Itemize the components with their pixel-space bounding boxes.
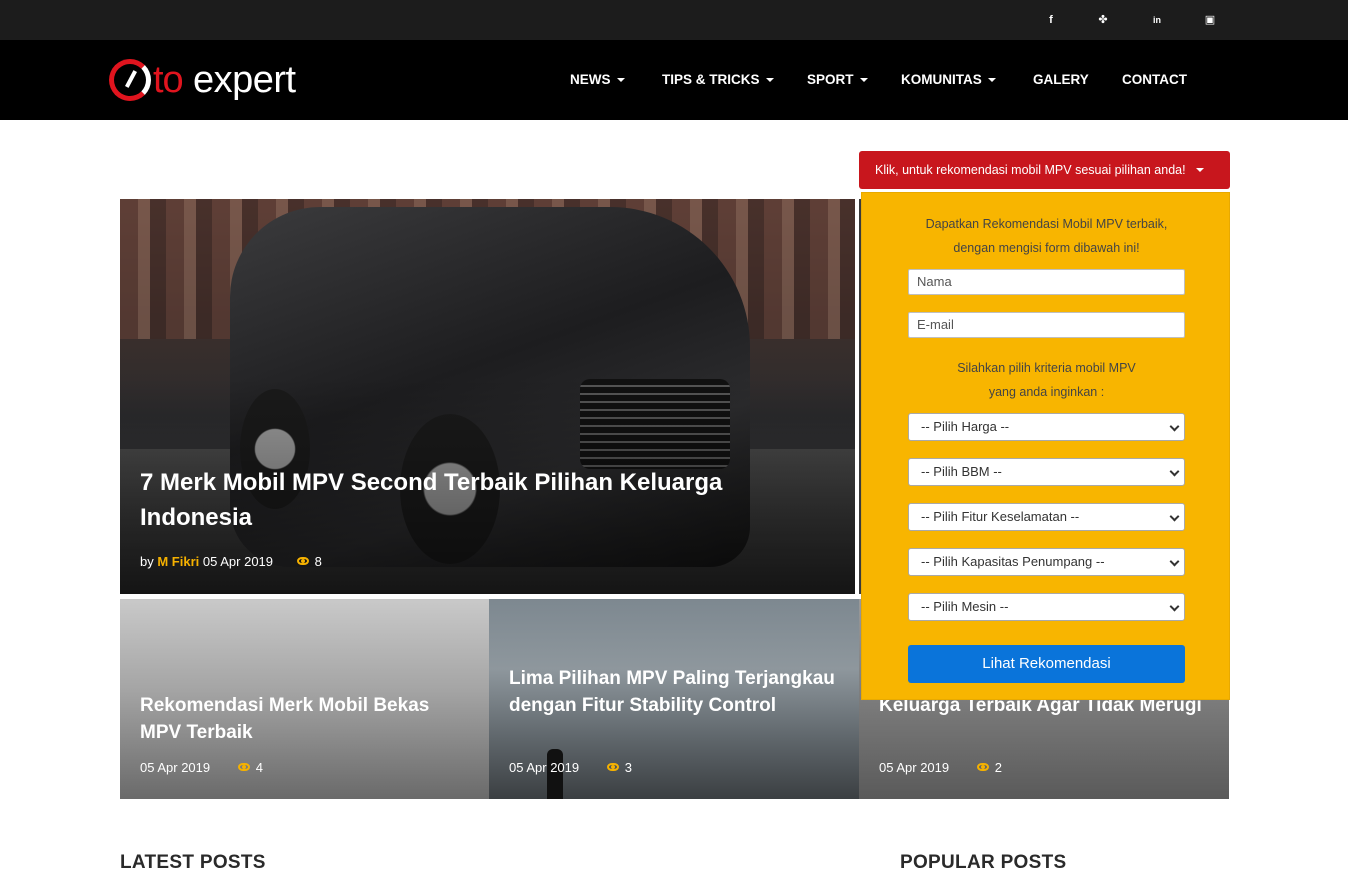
safety-select-value: -- Pilih Fitur Keselamatan -- bbox=[921, 509, 1080, 524]
mpv-toggle-label: Klik, untuk rekomendasi mobil MPV sesuai… bbox=[875, 163, 1186, 177]
nav-sport[interactable]: SPORT bbox=[807, 40, 868, 120]
chevron-down-icon bbox=[1169, 601, 1180, 612]
site-logo[interactable]: to expert bbox=[109, 58, 319, 104]
hero-article[interactable]: 7 Merk Mobil MPV Second Terbaik Pilihan … bbox=[120, 199, 855, 594]
chevron-down-icon bbox=[1169, 421, 1180, 432]
capacity-select-value: -- Pilih Kapasitas Penumpang -- bbox=[921, 554, 1105, 569]
article-card[interactable]: Lima Pilihan MPV Paling Terjangkau denga… bbox=[489, 599, 859, 799]
safety-feature-select[interactable]: -- Pilih Fitur Keselamatan -- bbox=[908, 503, 1185, 531]
hero-article-meta: by M Fikri 05 Apr 2019 8 bbox=[140, 554, 322, 569]
nav-komunitas-label: KOMUNITAS bbox=[901, 72, 982, 87]
fuel-select[interactable]: -- Pilih BBM -- bbox=[908, 458, 1185, 486]
nav-sport-label: SPORT bbox=[807, 72, 854, 87]
chevron-down-icon bbox=[765, 78, 774, 82]
passenger-capacity-select[interactable]: -- Pilih Kapasitas Penumpang -- bbox=[908, 548, 1185, 576]
nav-contact[interactable]: CONTACT bbox=[1122, 40, 1187, 120]
logo-text-to: to bbox=[153, 59, 184, 101]
logo-o-speedometer bbox=[109, 59, 151, 101]
price-select[interactable]: -- Pilih Harga -- bbox=[908, 413, 1185, 441]
article-card-meta: 05 Apr 2019 2 bbox=[879, 760, 1002, 775]
chevron-down-icon bbox=[1169, 466, 1180, 477]
chevron-down-icon bbox=[1169, 511, 1180, 522]
article-card-views: 3 bbox=[624, 760, 632, 775]
fuel-select-value: -- Pilih BBM -- bbox=[921, 464, 1002, 479]
form-intro-line-1: Dapatkan Rekomendasi Mobil MPV terbaik, bbox=[925, 217, 1168, 231]
facebook-icon[interactable]: f bbox=[1043, 12, 1059, 28]
logo-text-expert: expert bbox=[193, 59, 296, 101]
see-recommendation-button[interactable]: Lihat Rekomendasi bbox=[908, 645, 1185, 683]
mpv-recommendation-toggle[interactable]: Klik, untuk rekomendasi mobil MPV sesuai… bbox=[859, 151, 1230, 189]
nav-tips-label: TIPS & TRICKS bbox=[662, 72, 760, 87]
instagram-icon[interactable]: ▣ bbox=[1202, 12, 1218, 28]
eye-icon bbox=[296, 557, 309, 565]
chevron-down-icon bbox=[616, 78, 625, 82]
nav-news-label: NEWS bbox=[570, 72, 611, 87]
linkedin-icon[interactable]: in bbox=[1149, 12, 1165, 28]
engine-select-value: -- Pilih Mesin -- bbox=[921, 599, 1009, 614]
hero-date: 05 Apr 2019 bbox=[202, 554, 274, 569]
name-input[interactable]: Nama bbox=[908, 269, 1185, 295]
nav-komunitas[interactable]: KOMUNITAS bbox=[901, 40, 996, 120]
mpv-recommendation-form: Dapatkan Rekomendasi Mobil MPV terbaik, … bbox=[861, 192, 1230, 700]
hero-view-count: 8 bbox=[314, 554, 322, 569]
price-select-value: -- Pilih Harga -- bbox=[921, 419, 1010, 434]
article-card[interactable]: Rekomendasi Merk Mobil Bekas MPV Terbaik… bbox=[120, 599, 489, 799]
nav-tips-tricks[interactable]: TIPS & TRICKS bbox=[662, 40, 774, 120]
criteria-line-1: Silahkan pilih kriteria mobil MPV bbox=[957, 361, 1136, 375]
article-card-meta: 05 Apr 2019 3 bbox=[509, 760, 632, 775]
twitter-icon[interactable]: ✤ bbox=[1095, 12, 1111, 28]
engine-select[interactable]: -- Pilih Mesin -- bbox=[908, 593, 1185, 621]
caret-down-icon bbox=[1195, 168, 1204, 172]
top-social-bar: f ✤ in ▣ bbox=[0, 0, 1348, 40]
article-card-date: 05 Apr 2019 bbox=[879, 760, 950, 775]
article-card-meta: 05 Apr 2019 4 bbox=[140, 760, 263, 775]
latest-posts-heading: LATEST POSTS bbox=[120, 852, 266, 873]
eye-icon bbox=[237, 763, 250, 771]
hero-article-title[interactable]: 7 Merk Mobil MPV Second Terbaik Pilihan … bbox=[140, 465, 840, 535]
main-header: to expert NEWS TIPS & TRICKS SPORT KOMUN… bbox=[0, 40, 1348, 120]
nav-galery[interactable]: GALERY bbox=[1033, 40, 1089, 120]
criteria-line-2: yang anda inginkan : bbox=[988, 385, 1105, 399]
email-input[interactable]: E-mail bbox=[908, 312, 1185, 338]
article-card-views: 4 bbox=[255, 760, 263, 775]
article-card-title[interactable]: Rekomendasi Merk Mobil Bekas MPV Terbaik bbox=[140, 692, 470, 746]
eye-icon bbox=[606, 763, 619, 771]
byline-prefix: by bbox=[140, 554, 154, 569]
popular-posts-heading: POPULAR POSTS bbox=[900, 852, 1067, 873]
nav-news[interactable]: NEWS bbox=[570, 40, 625, 120]
article-card-views: 2 bbox=[994, 760, 1002, 775]
chevron-down-icon bbox=[859, 78, 868, 82]
article-card-date: 05 Apr 2019 bbox=[509, 760, 580, 775]
article-card-date: 05 Apr 2019 bbox=[140, 760, 211, 775]
author-link[interactable]: M Fikri bbox=[157, 554, 199, 569]
eye-icon bbox=[976, 763, 989, 771]
article-card-title[interactable]: Lima Pilihan MPV Paling Terjangkau denga… bbox=[509, 665, 839, 719]
chevron-down-icon bbox=[1169, 556, 1180, 567]
chevron-down-icon bbox=[987, 78, 996, 82]
form-intro-line-2: dengan mengisi form dibawah ini! bbox=[953, 241, 1140, 255]
